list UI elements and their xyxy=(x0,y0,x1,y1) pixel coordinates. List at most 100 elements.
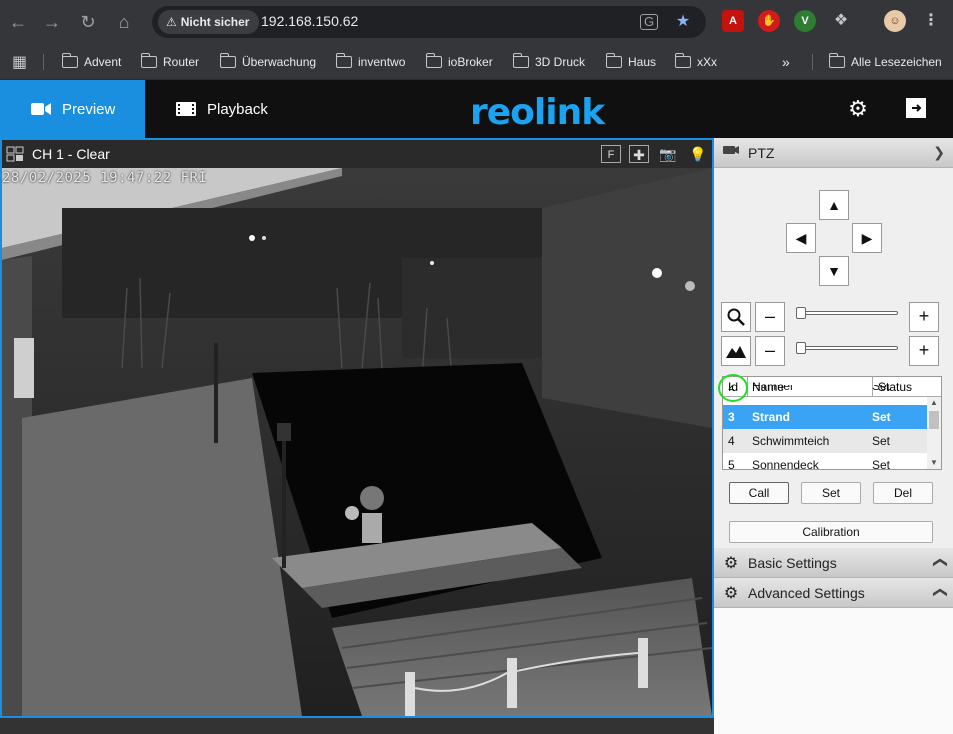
settings-gear-icon[interactable]: ⚙ xyxy=(846,97,870,121)
chevron-up-icon: ❯ xyxy=(930,556,947,569)
chevron-down-icon: ❯ xyxy=(933,144,945,160)
ptz-right-button[interactable]: ▶ xyxy=(852,223,882,253)
preset-row[interactable]: 2 Himmel Set xyxy=(723,385,927,397)
advanced-settings-header[interactable]: ⚙ Advanced Settings ❯ xyxy=(714,578,953,608)
apps-grid-icon[interactable]: ▦ xyxy=(12,51,27,73)
zoom-slider-knob[interactable] xyxy=(796,307,806,319)
bookmark-advent[interactable]: Advent xyxy=(61,51,121,73)
adblock-extension-icon[interactable]: ✋ xyxy=(758,10,780,32)
forward-icon[interactable]: → xyxy=(40,10,64,34)
focus-mountain-icon xyxy=(721,336,751,366)
del-button[interactable]: Del xyxy=(873,482,933,504)
set-button[interactable]: Set xyxy=(801,482,861,504)
preset-id: 3 xyxy=(728,410,735,424)
reolink-logo: reolink xyxy=(470,92,605,133)
ptz-up-button[interactable]: ▲ xyxy=(819,190,849,220)
video-control-strip xyxy=(0,718,714,734)
ptz-icon xyxy=(720,143,742,162)
bookmark-xxx[interactable]: xXx xyxy=(674,51,717,73)
bookmark-ueberwachung[interactable]: Überwachung xyxy=(219,51,316,73)
app-header: Preview Playback reolink ⚙ xyxy=(0,80,953,138)
preset-status: Set xyxy=(872,410,891,424)
zoom-slider[interactable] xyxy=(796,307,898,319)
preset-table: Id Name Status 2 Himmel Set 3 Strand Set… xyxy=(722,376,942,470)
folder-icon xyxy=(605,53,622,68)
preset-row[interactable]: 5 Sonnendeck Set xyxy=(723,453,927,470)
scroll-up-icon[interactable]: ▲ xyxy=(927,397,941,409)
playback-label: Playback xyxy=(207,100,268,118)
preset-scrollbar[interactable]: ▲ ▼ xyxy=(927,397,941,469)
warning-icon: ⚠ xyxy=(166,15,177,29)
all-bookmarks-button[interactable]: Alle Lesezeichen xyxy=(828,51,942,73)
video-player[interactable]: CH 1 - Clear F ✚ 📷 💡 28/02/2025 19:47:22… xyxy=(0,138,714,718)
pdf-extension-icon[interactable]: A xyxy=(722,10,744,32)
calibration-button[interactable]: Calibration xyxy=(729,521,933,543)
security-label: Nicht sicher xyxy=(180,15,250,29)
bookmark-router[interactable]: Router xyxy=(140,51,199,73)
reload-icon[interactable]: ↻ xyxy=(76,10,100,34)
highlight-annotation xyxy=(718,374,748,402)
shield-extension-icon[interactable]: V xyxy=(794,10,816,32)
preset-row-selected[interactable]: 3 Strand Set xyxy=(723,405,927,429)
translate-icon[interactable]: G xyxy=(640,14,658,30)
scroll-thumb[interactable] xyxy=(929,411,939,429)
fullscreen-icon[interactable]: F xyxy=(601,145,621,163)
bookmark-3d-druck[interactable]: 3D Druck xyxy=(512,51,585,73)
menu-icon[interactable]: ⋮ xyxy=(920,10,942,32)
logout-icon[interactable] xyxy=(904,97,928,121)
preview-label: Preview xyxy=(62,100,116,118)
folder-icon xyxy=(61,53,78,68)
gear-icon: ⚙ xyxy=(723,554,739,572)
zoom-magnifier-icon xyxy=(721,302,751,332)
ptz-down-button[interactable]: ▼ xyxy=(819,256,849,286)
browser-toolbar: ← → ↻ ⌂ ⚠ Nicht sicher 192.168.150.62 G … xyxy=(0,0,953,44)
star-icon[interactable]: ★ xyxy=(673,12,693,32)
back-icon[interactable]: ← xyxy=(6,10,30,34)
preset-row[interactable]: 4 Schwimmteich Set xyxy=(723,429,927,453)
ptz-section-header[interactable]: PTZ ❯ xyxy=(714,138,953,168)
zoom-digital-icon[interactable]: ✚ xyxy=(629,145,649,163)
bookmark-inventwo[interactable]: inventwo xyxy=(335,51,405,73)
preset-name: Sonnendeck xyxy=(752,458,819,470)
address-bar[interactable]: ⚠ Nicht sicher 192.168.150.62 G ★ xyxy=(152,6,706,38)
extensions-icon[interactable]: ❖ xyxy=(830,10,852,32)
home-icon[interactable]: ⌂ xyxy=(112,10,136,34)
zoom-in-button[interactable]: + xyxy=(909,302,939,332)
focus-slider-knob[interactable] xyxy=(796,342,806,354)
bookmarks-bar: ▦ Advent Router Überwachung inventwo ioB… xyxy=(0,44,953,80)
light-bulb-icon[interactable]: 💡 xyxy=(688,145,708,163)
folder-icon xyxy=(219,53,236,68)
preset-name: Strand xyxy=(752,410,791,424)
basic-settings-title: Basic Settings xyxy=(748,554,837,571)
focus-plus-button[interactable]: + xyxy=(909,336,939,366)
bookmark-separator xyxy=(812,54,813,70)
focus-slider[interactable] xyxy=(796,342,898,354)
call-button[interactable]: Call xyxy=(729,482,789,504)
ptz-body: ▲ ◀ ▶ ▼ – + – + Id Name Status 2 Himmel xyxy=(714,168,953,548)
scroll-down-icon[interactable]: ▼ xyxy=(927,457,941,469)
preset-status: Set xyxy=(872,458,891,470)
focus-minus-button[interactable]: – xyxy=(755,336,785,366)
profile-avatar-icon[interactable]: ☺ xyxy=(884,10,906,32)
tab-preview[interactable]: Preview xyxy=(0,80,145,138)
ptz-title: PTZ xyxy=(748,144,775,161)
ptz-left-button[interactable]: ◀ xyxy=(786,223,816,253)
control-panel: PTZ ❯ ▲ ◀ ▶ ▼ – + – + Id Name Status 2 H… xyxy=(714,138,953,734)
timestamp-overlay: 28/02/2025 19:47:22 FRI xyxy=(2,170,208,186)
video-camera-icon xyxy=(31,103,51,115)
bookmark-separator xyxy=(43,54,44,70)
bookmark-iobroker[interactable]: ioBroker xyxy=(425,51,493,73)
basic-settings-header[interactable]: ⚙ Basic Settings ❯ xyxy=(714,548,953,578)
bookmark-haus[interactable]: Haus xyxy=(605,51,656,73)
snapshot-camera-icon[interactable]: 📷 xyxy=(658,145,678,163)
zoom-out-button[interactable]: – xyxy=(755,302,785,332)
more-bookmarks-button[interactable]: » xyxy=(782,51,790,73)
film-icon xyxy=(176,102,196,116)
url-text[interactable]: 192.168.150.62 xyxy=(261,13,358,29)
security-chip[interactable]: ⚠ Nicht sicher xyxy=(158,10,260,34)
tab-playback[interactable]: Playback xyxy=(145,80,295,138)
advanced-settings-title: Advanced Settings xyxy=(748,584,865,601)
channel-grid-icon[interactable] xyxy=(6,146,24,162)
folder-icon xyxy=(425,53,442,68)
chevron-up-icon: ❯ xyxy=(930,586,947,599)
